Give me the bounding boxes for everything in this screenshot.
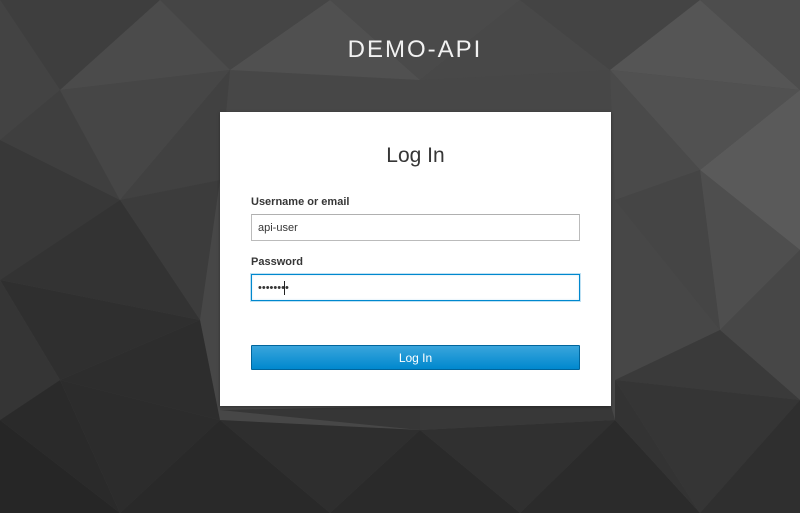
password-label: Password bbox=[251, 256, 303, 268]
realm-title: DEMO-API bbox=[347, 36, 483, 63]
password-input[interactable] bbox=[251, 274, 580, 301]
username-input[interactable] bbox=[251, 214, 580, 241]
login-title: Log In bbox=[386, 144, 445, 167]
login-button[interactable]: Log In bbox=[251, 345, 580, 370]
login-card: Log In Username or email Password Log In bbox=[220, 112, 611, 406]
text-caret bbox=[284, 281, 285, 295]
username-label: Username or email bbox=[251, 196, 350, 208]
